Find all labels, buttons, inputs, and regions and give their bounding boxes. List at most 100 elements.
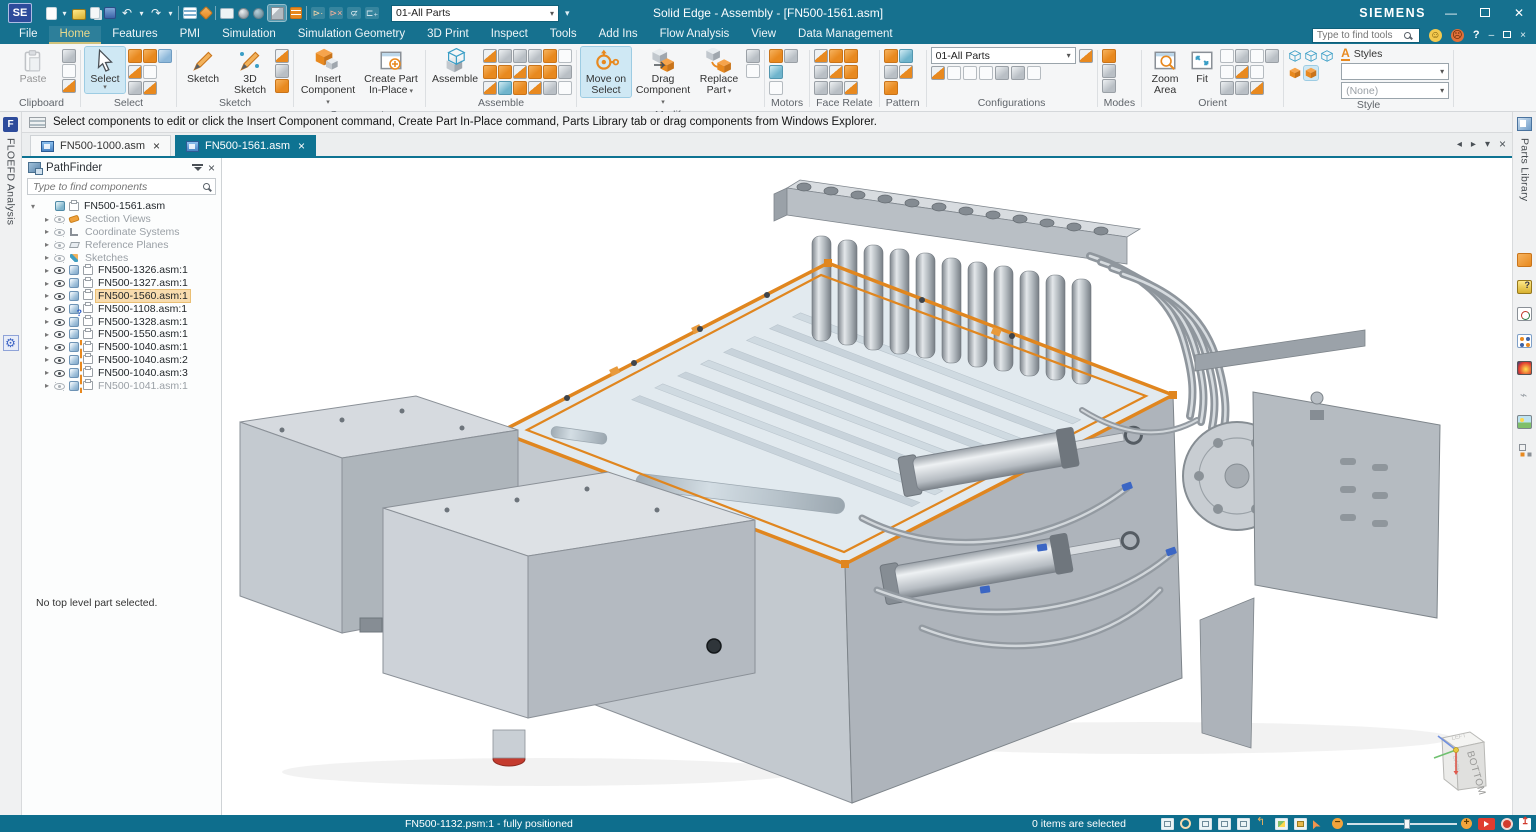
separator[interactable]	[215, 6, 216, 20]
tab-close-icon[interactable]: ×	[153, 140, 160, 152]
camera-icon[interactable]	[1265, 49, 1279, 63]
parts-library-icon[interactable]	[1517, 117, 1532, 131]
help-icon[interactable]: ?	[1473, 29, 1480, 41]
visibility-eye-icon[interactable]	[54, 316, 65, 327]
select-filter-icon[interactable]	[128, 49, 142, 63]
match-coordinate-icon[interactable]	[543, 65, 557, 79]
options-dialog-icon[interactable]	[558, 49, 572, 63]
visibility-eye-icon[interactable]	[54, 354, 65, 365]
display-configuration-icon[interactable]	[947, 66, 961, 80]
find-tools-input[interactable]	[1317, 30, 1401, 41]
gear-relation-icon[interactable]	[528, 49, 542, 63]
menu-tab[interactable]: Simulation	[211, 26, 287, 44]
display-settings-icon[interactable]	[220, 8, 234, 19]
select-button[interactable]: Select ▾	[85, 47, 125, 93]
tab-list-icon[interactable]: ▾	[1485, 139, 1490, 150]
model-viewport[interactable]: LEFT BACK BOTTOM	[222, 158, 1512, 815]
menu-tab[interactable]: File	[8, 26, 49, 44]
model-mode-icon[interactable]	[1102, 64, 1116, 78]
family-of-parts-icon[interactable]	[1517, 253, 1532, 267]
pathfinder-tree-row[interactable]: ▸ FN500-1327.asm:1	[26, 277, 221, 290]
visibility-eye-icon[interactable]	[54, 290, 65, 301]
magnifier-icon[interactable]	[1180, 818, 1193, 830]
zoom-out-icon[interactable]: −	[1332, 818, 1343, 829]
dropdown-arrow-icon[interactable]	[167, 6, 174, 20]
zoom-slider[interactable]: − +	[1332, 818, 1472, 829]
record-video-icon[interactable]	[1478, 818, 1495, 830]
zone-icon[interactable]	[995, 66, 1009, 80]
rigid-set-icon[interactable]	[543, 81, 557, 95]
create-part-in-place-button[interactable]: Create Part In-Place ▾	[361, 47, 421, 97]
tab-parts-library[interactable]: Parts Library	[1519, 138, 1531, 201]
parallel-icon[interactable]	[513, 81, 527, 95]
named-views-icon[interactable]	[1250, 81, 1264, 95]
visibility-eye-icon[interactable]	[54, 342, 65, 353]
highlight-brush-icon[interactable]	[1313, 818, 1326, 830]
look-at-face-icon[interactable]	[1235, 49, 1249, 63]
assemble-button[interactable]: Assemble	[430, 47, 480, 86]
record-dot-icon[interactable]	[1501, 818, 1513, 830]
dropdown-arrow-icon[interactable]	[138, 6, 145, 20]
sketch-plane-icon[interactable]	[275, 49, 289, 63]
insert-component-button[interactable]: Insert Component ▾	[298, 47, 358, 109]
expand-arrow-icon[interactable]: ▸	[43, 343, 51, 352]
dropdown-arrow-icon[interactable]	[61, 6, 68, 20]
relate-capture-icon[interactable]	[365, 7, 379, 19]
expand-arrow-icon[interactable]: ▸	[43, 381, 51, 390]
exit-status-icon[interactable]	[1519, 818, 1531, 830]
pathfinder-tree-row[interactable]: ▸ Reference Planes	[26, 238, 221, 251]
menu-tab[interactable]: Simulation Geometry	[287, 26, 416, 44]
apply-configuration-icon[interactable]	[931, 66, 945, 80]
path-relation-icon[interactable]	[528, 81, 542, 95]
zoom-area-button[interactable]: Zoom Area	[1146, 47, 1184, 97]
select-small-parts-icon[interactable]	[158, 49, 172, 63]
rotate-icon[interactable]	[1220, 81, 1234, 95]
common-views-icon[interactable]	[1235, 81, 1249, 95]
document-tab[interactable]: FN500-1561.asm ×	[175, 135, 316, 156]
wireframe-view-icon[interactable]	[1288, 49, 1302, 63]
pathfinder-searchbox[interactable]	[27, 178, 216, 195]
select-prior-icon[interactable]	[128, 81, 142, 95]
pathfinder-list-icon[interactable]	[183, 7, 197, 19]
expand-arrow-icon[interactable]: ▸	[43, 368, 51, 377]
sketch-button[interactable]: Sketch	[181, 47, 225, 86]
connect-icon[interactable]	[498, 81, 512, 95]
angle-icon[interactable]	[513, 49, 527, 63]
feedback-sad-icon[interactable]: ☹	[1451, 29, 1464, 42]
restore-button[interactable]	[1476, 6, 1494, 20]
find-tools-searchbox[interactable]	[1312, 28, 1420, 43]
zoom-area-status-icon[interactable]	[1218, 818, 1231, 830]
menu-tab[interactable]: Add Ins	[588, 26, 649, 44]
copy-view-icon[interactable]	[1294, 818, 1307, 830]
fit-button[interactable]: Fit	[1187, 47, 1217, 86]
axial-align-icon[interactable]	[498, 49, 512, 63]
replace-part-button[interactable]: Replace Part ▾	[695, 47, 743, 97]
image-capture-icon[interactable]	[1517, 415, 1532, 429]
save-configuration-icon[interactable]	[1079, 49, 1093, 63]
pathfinder-tree-row[interactable]: ▸ FN500-1041.asm:1	[26, 379, 221, 392]
window-zoom-icon[interactable]	[1161, 818, 1174, 830]
new-document-icon[interactable]	[46, 7, 57, 20]
mate-icon[interactable]	[483, 65, 497, 79]
relate-flash-icon[interactable]	[347, 7, 361, 19]
menu-tab[interactable]: Tools	[539, 26, 588, 44]
expand-arrow-icon[interactable]: ▸	[43, 215, 51, 224]
relationship-tree-icon[interactable]	[1517, 442, 1532, 456]
select-zone-icon[interactable]	[1027, 66, 1041, 80]
pathfinder-tree-row[interactable]: ▾ FN500-1561.asm	[26, 200, 221, 213]
heatmap-icon[interactable]	[1517, 361, 1532, 375]
feedback-happy-icon[interactable]: ☺	[1429, 29, 1442, 42]
assemble-more-icon[interactable]	[558, 81, 572, 95]
view-cube[interactable]: LEFT BACK BOTTOM	[1434, 732, 1487, 797]
relate-delete-icon[interactable]	[329, 7, 343, 19]
expand-arrow-icon[interactable]: ▸	[43, 317, 51, 326]
equal-radius-icon[interactable]	[844, 65, 858, 79]
menu-tab[interactable]: View	[740, 26, 787, 44]
tab-scroll-right-icon[interactable]: ▸	[1471, 139, 1476, 150]
pathfinder-tree-row[interactable]: ▸ FN500-1326.asm:1	[26, 264, 221, 277]
standard-parts-help-icon[interactable]	[1517, 280, 1532, 294]
offset-face-icon[interactable]	[844, 81, 858, 95]
expand-arrow-icon[interactable]: ▸	[43, 355, 51, 364]
pathfinder-tree-row[interactable]: ▸ FN500-1040.asm:3	[26, 366, 221, 379]
pattern-along-curve-icon[interactable]	[899, 65, 913, 79]
